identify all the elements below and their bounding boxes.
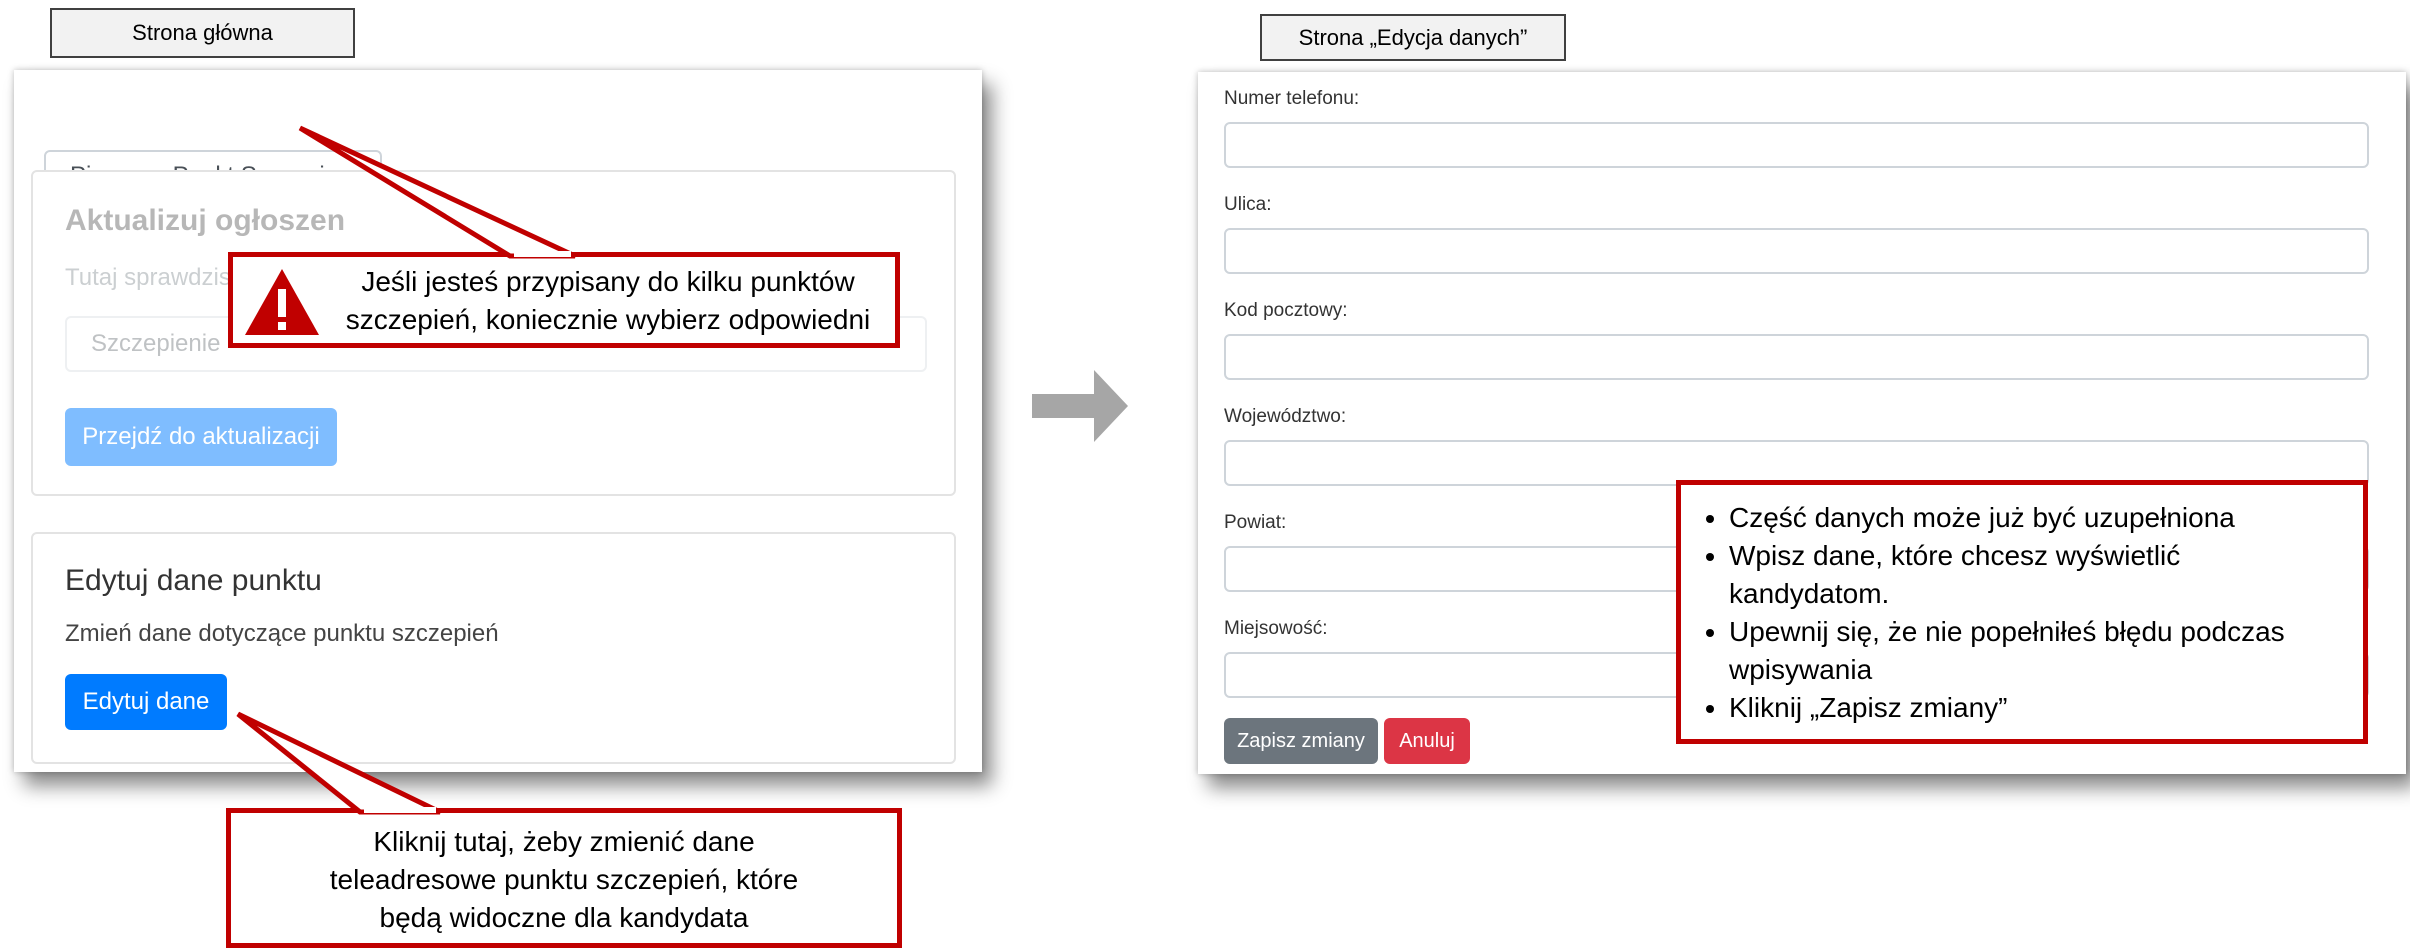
warning-callout-pointer	[298, 125, 577, 259]
callout-pointers	[236, 125, 577, 815]
edit-hint-callout-pointer	[236, 711, 442, 815]
